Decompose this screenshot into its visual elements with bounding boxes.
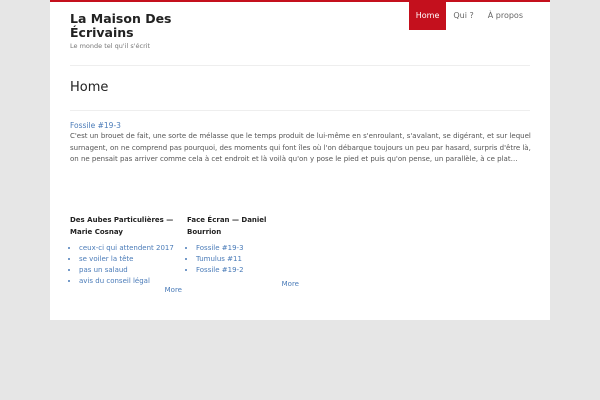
list-item: Fossile #19-3 (196, 243, 299, 254)
nav-item-qui[interactable]: Qui ? (446, 2, 480, 30)
widget-link[interactable]: Fossile #19-3 (196, 244, 244, 252)
widget-des-aubes: Des Aubes Particulières — Marie Cosnay c… (70, 215, 182, 294)
page-container: La Maison Des Écrivains Le monde tel qu'… (50, 0, 550, 320)
list-item: Tumulus #11 (196, 254, 299, 265)
widget-link[interactable]: avis du conseil légal (79, 277, 150, 285)
page-title: Home (70, 80, 109, 95)
title-divider (70, 110, 530, 111)
widget-title: Des Aubes Particulières — Marie Cosnay (70, 216, 174, 236)
widget-title: Face Écran — Daniel Bourrion (187, 216, 267, 236)
widget-list: Fossile #19-3 Tumulus #11 Fossile #19-2 (187, 243, 299, 276)
post-title-link[interactable]: Fossile #19-3 (70, 120, 535, 131)
widget-link[interactable]: se voiler la tête (79, 255, 133, 263)
site-tagline: Le monde tel qu'il s'écrit (70, 42, 151, 50)
more-link[interactable]: More (70, 286, 182, 294)
list-item: Fossile #19-2 (196, 265, 299, 276)
widget-link[interactable]: Fossile #19-2 (196, 266, 244, 274)
widget-link[interactable]: ceux-ci qui attendent 2017 (79, 244, 174, 252)
main-nav: Home Qui ? À propos (408, 2, 530, 30)
more-link[interactable]: More (187, 280, 299, 288)
site-title[interactable]: La Maison Des Écrivains (70, 12, 200, 40)
widget-face-ecran: Face Écran — Daniel Bourrion Fossile #19… (187, 215, 299, 288)
post-entry: Fossile #19-3 C'est un brouet de fait, u… (70, 120, 535, 166)
list-item: se voiler la tête (79, 254, 182, 265)
post-excerpt: C'est un brouet de fait, une sorte de mé… (70, 132, 531, 163)
widget-list: ceux-ci qui attendent 2017 se voiler la … (70, 243, 182, 287)
nav-item-home[interactable]: Home (408, 2, 447, 30)
widget-link[interactable]: Tumulus #11 (196, 255, 242, 263)
list-item: pas un salaud (79, 265, 182, 276)
nav-item-a-propos[interactable]: À propos (481, 2, 530, 30)
list-item: ceux-ci qui attendent 2017 (79, 243, 182, 254)
widget-link[interactable]: pas un salaud (79, 266, 128, 274)
header-divider (70, 65, 530, 66)
